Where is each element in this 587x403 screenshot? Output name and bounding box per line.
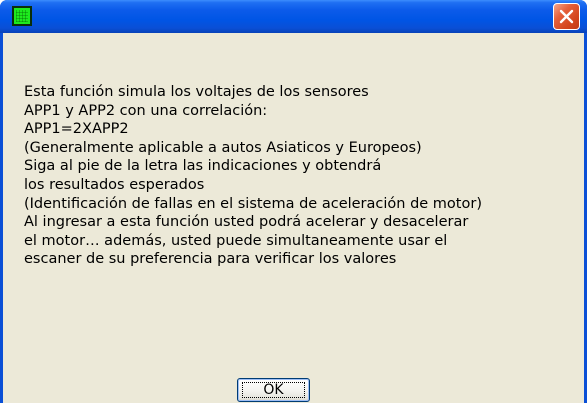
message-line: APP1 y APP2 con una correlación: — [24, 102, 268, 119]
message-dialog-window: Esta función simula los voltajes de los … — [0, 0, 587, 403]
ok-button[interactable]: OK — [237, 378, 310, 402]
app-icon — [12, 6, 32, 26]
dialog-body: Esta función simula los voltajes de los … — [3, 33, 584, 403]
message-line: APP1=2XAPP2 — [24, 121, 129, 138]
close-button[interactable] — [553, 3, 580, 30]
message-line: Siga al pie de la letra las indicaciones… — [24, 158, 382, 175]
message-text: Esta función simula los voltajes de los … — [24, 83, 482, 269]
message-line: Esta función simula los voltajes de los … — [24, 84, 369, 100]
message-line: (Generalmente aplicable a autos Asiatico… — [24, 139, 422, 156]
message-line: escaner de su preferencia para verificar… — [24, 251, 397, 268]
title-bar[interactable] — [0, 0, 587, 33]
message-line: los resultados esperados — [24, 176, 205, 193]
message-line: (Identificación de fallas en el sistema … — [24, 195, 482, 212]
close-x-icon — [559, 9, 574, 24]
ok-button-label: OK — [263, 382, 284, 398]
message-line: el motor… además, usted puede simultanea… — [24, 232, 448, 249]
message-line: Al ingresar a esta función usted podrá a… — [24, 214, 469, 231]
